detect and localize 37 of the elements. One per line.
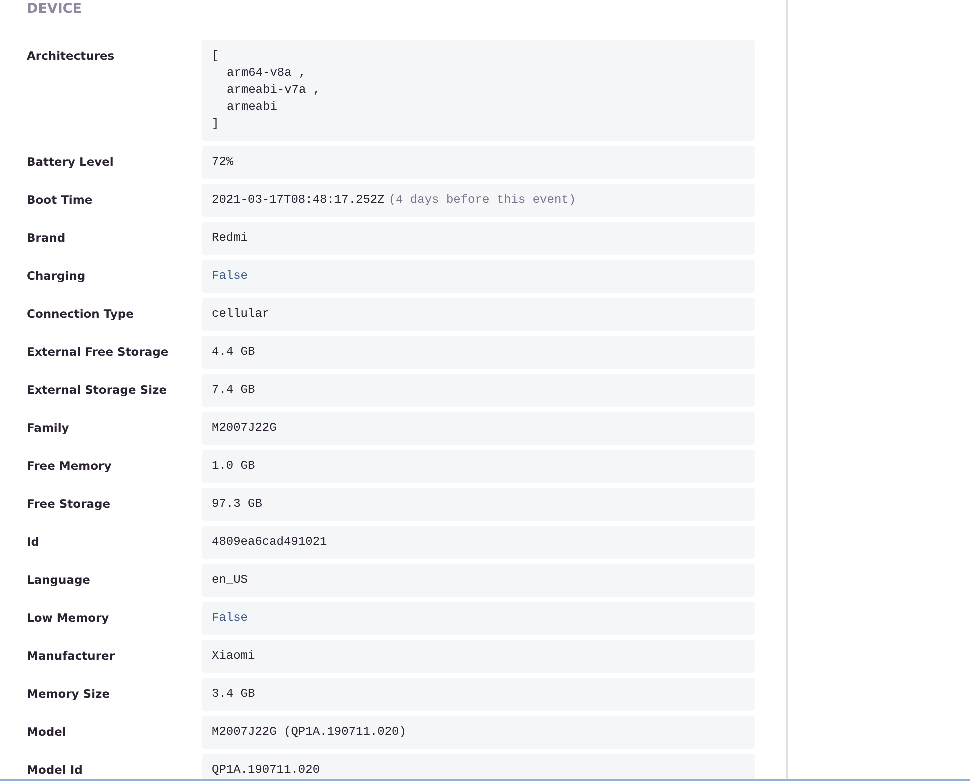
field-label: Battery Level xyxy=(27,154,115,170)
field-value: Xiaomi xyxy=(202,640,755,673)
section-title: DEVICE xyxy=(27,0,84,18)
field-label: Language xyxy=(27,572,92,588)
field-value: 4809ea6cad491021 xyxy=(202,526,755,559)
field-value: en_US xyxy=(202,564,755,597)
field-label: Id xyxy=(27,534,41,550)
field-label: Family xyxy=(27,420,70,436)
field-value: M2007J22G xyxy=(202,412,755,445)
field-label: Model Id xyxy=(27,762,84,778)
field-label: Memory Size xyxy=(27,686,112,702)
field-label: Brand xyxy=(27,230,67,246)
field-value: M2007J22G (QP1A.190711.020) xyxy=(202,716,755,749)
field-label: Charging xyxy=(27,268,87,284)
field-label: Manufacturer xyxy=(27,648,116,664)
field-value: 1.0 GB xyxy=(202,450,755,483)
field-value: 2021-03-17T08:48:17.252Z (4 days before this event) xyxy=(202,184,755,217)
field-value: 72% xyxy=(202,146,755,179)
field-label: Free Storage xyxy=(27,496,112,512)
field-value: False xyxy=(202,260,755,293)
field-value: Redmi xyxy=(202,222,755,255)
field-label: External Free Storage xyxy=(27,344,170,360)
field-label: Free Memory xyxy=(27,458,113,474)
field-value: 3.4 GB xyxy=(202,678,755,711)
field-value: 4.4 GB xyxy=(202,336,755,369)
field-label: Low Memory xyxy=(27,610,110,626)
field-value: QP1A.190711.020 xyxy=(202,754,755,779)
field-label: Architectures xyxy=(27,48,116,64)
field-label: Boot Time xyxy=(27,192,94,208)
field-label: External Storage Size xyxy=(27,382,168,398)
field-value: False xyxy=(202,602,755,635)
field-value: 7.4 GB xyxy=(202,374,755,407)
field-label: Model xyxy=(27,724,68,740)
field-value: 97.3 GB xyxy=(202,488,755,521)
field-value: cellular xyxy=(202,298,755,331)
field-value: [ arm64-v8a , armeabi-v7a , armeabi ] xyxy=(202,40,755,141)
field-label: Connection Type xyxy=(27,306,135,322)
